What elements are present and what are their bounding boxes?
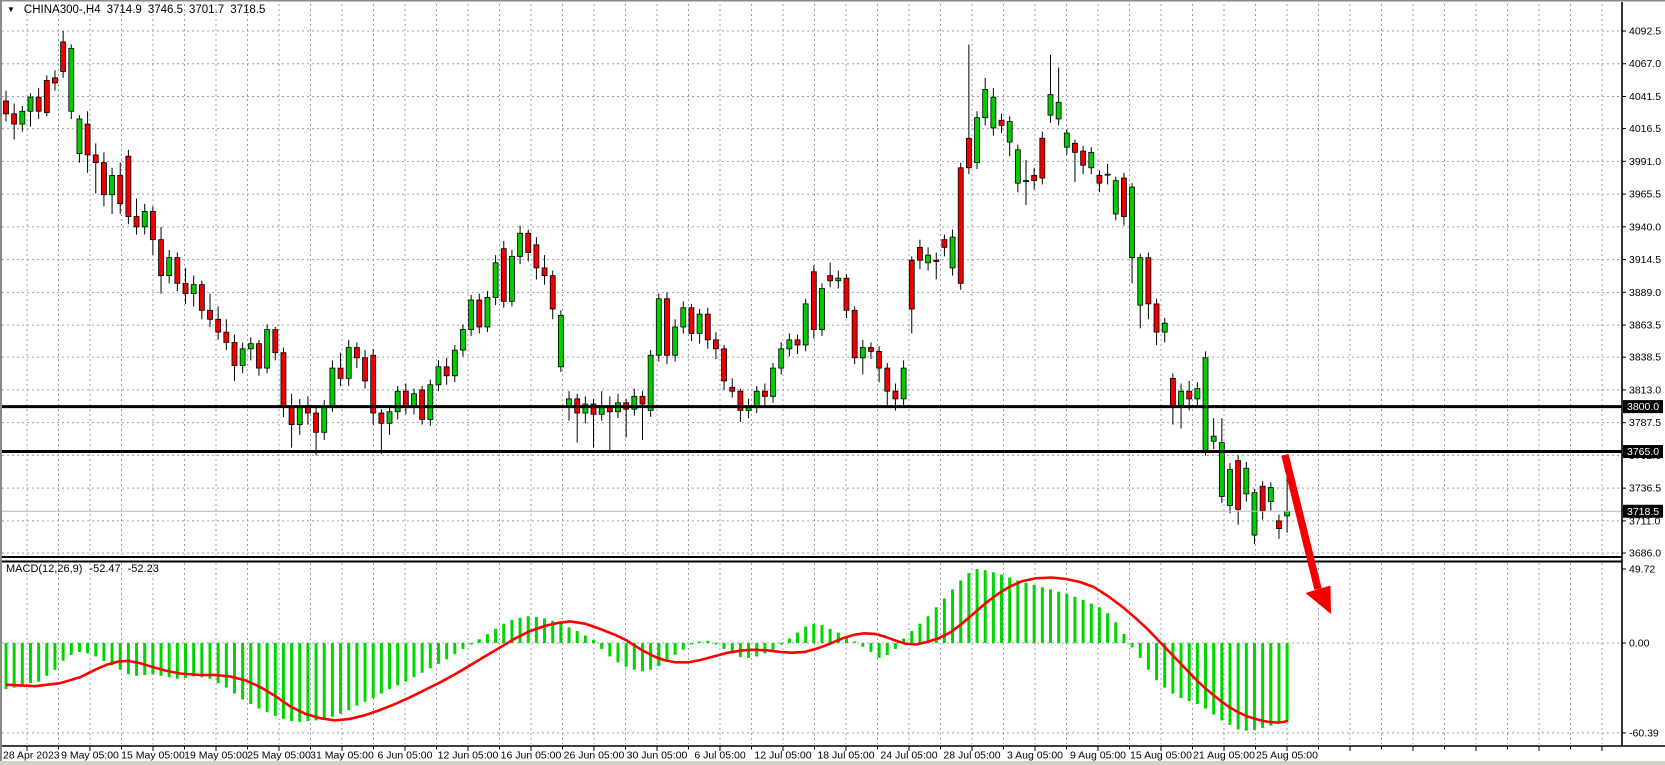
svg-text:15 May 05:00: 15 May 05:00 xyxy=(121,750,185,762)
title-low-value: 3701.7 xyxy=(189,4,224,16)
svg-text:15 Aug 05:00: 15 Aug 05:00 xyxy=(1130,750,1192,762)
svg-text:3965.5: 3965.5 xyxy=(1629,189,1661,201)
svg-text:3718.5: 3718.5 xyxy=(1627,506,1659,518)
svg-text:6 Jul 05:00: 6 Jul 05:00 xyxy=(694,750,746,762)
collapse-triangle-icon[interactable]: ▼ xyxy=(7,6,15,14)
svg-text:0.00: 0.00 xyxy=(1629,638,1650,650)
svg-text:3736.5: 3736.5 xyxy=(1629,483,1661,495)
svg-text:3686.0: 3686.0 xyxy=(1629,548,1661,560)
macd-signal-value: -52.23 xyxy=(128,563,159,575)
svg-text:30 Jun 05:00: 30 Jun 05:00 xyxy=(627,750,688,762)
svg-text:4067.0: 4067.0 xyxy=(1629,58,1661,70)
svg-text:25 May 05:00: 25 May 05:00 xyxy=(247,750,311,762)
svg-text:3889.0: 3889.0 xyxy=(1629,287,1661,299)
svg-text:25 Aug 05:00: 25 Aug 05:00 xyxy=(1256,750,1318,762)
svg-text:28 Apr 2023: 28 Apr 2023 xyxy=(3,750,60,762)
svg-text:31 May 05:00: 31 May 05:00 xyxy=(310,750,374,762)
svg-text:4092.5: 4092.5 xyxy=(1629,26,1661,38)
macd-name: MACD(12,26,9) xyxy=(6,563,82,575)
svg-text:16 Jun 05:00: 16 Jun 05:00 xyxy=(501,750,562,762)
svg-text:28 Jul 05:00: 28 Jul 05:00 xyxy=(943,750,1000,762)
svg-text:12 Jun 05:00: 12 Jun 05:00 xyxy=(438,750,499,762)
svg-text:26 Jun 05:00: 26 Jun 05:00 xyxy=(564,750,625,762)
svg-text:3800.0: 3800.0 xyxy=(1627,401,1659,413)
mt4-chart-window: 4092.5 4067.0 4041.5 4016.5 3991.0 3965.5 3940… xyxy=(0,0,1665,765)
title-open-value: 3714.9 xyxy=(107,4,142,16)
macd-indicator-label: MACD(12,26,9) -52.47 -52.23 xyxy=(6,563,159,575)
svg-text:3991.0: 3991.0 xyxy=(1629,156,1661,168)
macd-main-value: -52.47 xyxy=(89,563,120,575)
svg-text:4016.5: 4016.5 xyxy=(1629,123,1661,135)
svg-text:49.72: 49.72 xyxy=(1629,564,1655,576)
svg-text:3838.5: 3838.5 xyxy=(1629,352,1661,364)
chart-canvas[interactable]: 4092.5 4067.0 4041.5 4016.5 3991.0 3965.5 3940… xyxy=(0,0,1665,765)
chart-title: ▼ CHINA300-,H4 3714.9 3746.5 3701.7 3718… xyxy=(7,4,265,16)
svg-text:3813.0: 3813.0 xyxy=(1629,384,1661,396)
svg-text:3765.0: 3765.0 xyxy=(1627,446,1659,458)
title-close-value: 3718.5 xyxy=(230,4,265,16)
title-high-value: 3746.5 xyxy=(148,4,183,16)
svg-text:9 Aug 05:00: 9 Aug 05:00 xyxy=(1070,750,1126,762)
svg-text:21 Aug 05:00: 21 Aug 05:00 xyxy=(1193,750,1255,762)
svg-text:19 May 05:00: 19 May 05:00 xyxy=(184,750,248,762)
svg-text:18 Jul 05:00: 18 Jul 05:00 xyxy=(817,750,874,762)
svg-text:3914.5: 3914.5 xyxy=(1629,254,1661,266)
symbol-period-label: CHINA300-,H4 xyxy=(24,4,101,16)
svg-text:24 Jul 05:00: 24 Jul 05:00 xyxy=(880,750,937,762)
svg-text:3863.5: 3863.5 xyxy=(1629,320,1661,332)
svg-text:4041.5: 4041.5 xyxy=(1629,91,1661,103)
svg-text:6 Jun 05:00: 6 Jun 05:00 xyxy=(378,750,433,762)
svg-text:3940.0: 3940.0 xyxy=(1629,221,1661,233)
svg-text:3787.5: 3787.5 xyxy=(1629,417,1661,429)
svg-text:-60.39: -60.39 xyxy=(1629,727,1659,739)
svg-text:12 Jul 05:00: 12 Jul 05:00 xyxy=(754,750,811,762)
svg-text:9 May 05:00: 9 May 05:00 xyxy=(61,750,119,762)
svg-text:3 Aug 05:00: 3 Aug 05:00 xyxy=(1007,750,1063,762)
